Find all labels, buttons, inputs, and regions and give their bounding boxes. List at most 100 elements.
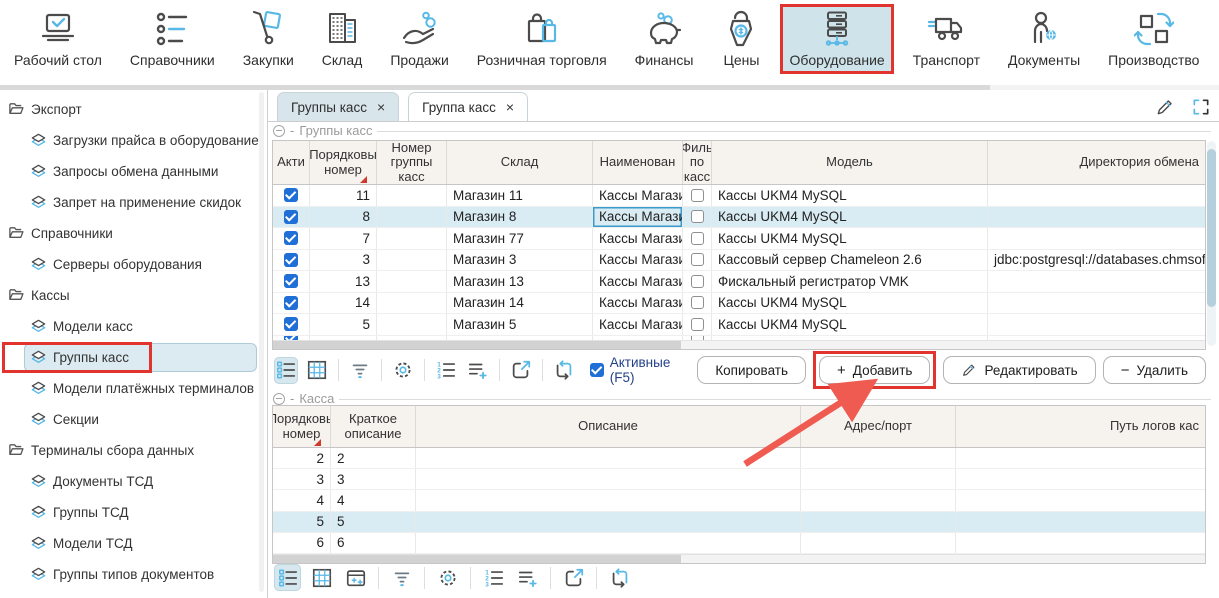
toolbar-refresh-button[interactable]: [606, 564, 633, 591]
checkbox-unchecked-icon[interactable]: [691, 296, 704, 309]
column-header-exchange-dir[interactable]: Директория обмена: [988, 141, 1205, 184]
table-row[interactable]: 3Магазин 3Кассы МагазиКассовый сервер Ch…: [273, 250, 1205, 272]
checkbox-unchecked-icon[interactable]: [691, 210, 704, 223]
toolbar-calendar-add-button[interactable]: [342, 564, 369, 591]
checkbox-checked-icon[interactable]: [284, 296, 298, 310]
table-row[interactable]: 33: [273, 469, 1205, 490]
cash-groups-table-vertical-scrollbar[interactable]: [1207, 141, 1216, 346]
column-header-short-description[interactable]: Краткое описание: [331, 406, 416, 447]
checkbox-unchecked-icon[interactable]: [691, 189, 704, 202]
nav-item-finance[interactable]: Финансы: [627, 5, 702, 73]
nav-item-prices[interactable]: Цены: [713, 5, 769, 73]
toolbar-numbered-list-button[interactable]: 123: [480, 564, 507, 591]
sidebar-item-sections[interactable]: Секции: [0, 404, 267, 435]
column-header-active[interactable]: Акти: [273, 141, 310, 184]
column-header-order[interactable]: Порядковы номер: [273, 406, 331, 447]
nav-item-transport[interactable]: Транспорт: [905, 5, 988, 73]
toolbar-filter-button[interactable]: [388, 564, 415, 591]
toolbar-list-view-button[interactable]: [274, 357, 298, 384]
sidebar-item-data-terminals[interactable]: Терминалы сбора данных: [0, 435, 267, 466]
checkbox-unchecked-icon[interactable]: [691, 253, 704, 266]
checkbox-checked-icon[interactable]: [284, 336, 298, 340]
table-row[interactable]: 22: [273, 448, 1205, 469]
sidebar-scrollbar[interactable]: [259, 92, 264, 592]
horizontal-scrollbar-thumb[interactable]: [273, 341, 681, 349]
nav-item-production[interactable]: Производство: [1100, 5, 1207, 73]
table-row[interactable]: 7Магазин 77Кассы МагазиКассы UKM4 MySQL: [273, 228, 1205, 250]
toolbar-filter-button[interactable]: [348, 357, 372, 384]
tab-close-icon[interactable]: ×: [377, 99, 385, 115]
sidebar-item-discount-ban[interactable]: Запрет на применение скидок: [0, 187, 267, 218]
column-header-name[interactable]: Наименован: [593, 141, 683, 184]
nav-item-sales[interactable]: Продажи: [382, 5, 456, 73]
checkbox-unchecked-icon[interactable]: [691, 318, 704, 331]
expand-button[interactable]: [1191, 97, 1211, 117]
table-row[interactable]: 44: [273, 490, 1205, 511]
toolbar-add-list-button[interactable]: [465, 357, 489, 384]
column-header-order[interactable]: Порядковы номер: [310, 141, 377, 184]
edit-button[interactable]: [1155, 97, 1175, 117]
column-header-address-port[interactable]: Адрес/порт: [801, 406, 956, 447]
cash-groups-table-horizontal-scrollbar[interactable]: [273, 340, 1205, 349]
column-header-model[interactable]: Модель: [712, 141, 988, 184]
vertical-scrollbar-thumb[interactable]: [1207, 149, 1216, 307]
toolbar-settings-gear-button[interactable]: [434, 564, 461, 591]
sidebar-item-exchange-requests[interactable]: Запросы обмена данными: [0, 156, 267, 187]
checkbox-unchecked-icon[interactable]: [691, 275, 704, 288]
table-row[interactable]: 11Магазин 11Кассы МагазиКассы UKM4 MySQL: [273, 185, 1205, 207]
add-button[interactable]: +Добавить: [819, 356, 930, 384]
horizontal-scrollbar-thumb[interactable]: [273, 555, 681, 563]
checkbox-unchecked-icon[interactable]: [691, 336, 704, 340]
toolbar-grid-view-button[interactable]: [308, 564, 335, 591]
toolbar-numbered-list-button[interactable]: 123: [434, 357, 458, 384]
copy-button[interactable]: Копировать: [697, 356, 806, 384]
sidebar-item-tsd-directory-types[interactable]: Виды справочников ТСД: [0, 590, 267, 598]
nav-item-documents[interactable]: Документы: [1000, 5, 1088, 73]
collapse-icon[interactable]: [273, 393, 285, 405]
nav-item-retail[interactable]: Розничная торговля: [469, 5, 615, 73]
checkbox-checked-icon[interactable]: [284, 317, 298, 331]
sidebar-item-equipment-servers[interactable]: Серверы оборудования: [0, 249, 267, 280]
table-row[interactable]: 14Магазин 14Кассы МагазиКассы UKM4 MySQL: [273, 293, 1205, 315]
sidebar-item-document-type-groups[interactable]: Группы типов документов: [0, 559, 267, 590]
toolbar-open-external-button[interactable]: [509, 357, 533, 384]
active-filter-checkbox[interactable]: Активные (F5): [590, 355, 688, 385]
column-header-filter-by[interactable]: Филь по касс: [683, 141, 712, 184]
edit-button[interactable]: Редактировать: [943, 356, 1095, 384]
sidebar-item-tsd-models[interactable]: Модели ТСД: [0, 528, 267, 559]
table-row[interactable]: 5Магазин 5Кассы МагазиКассы UKM4 MySQL: [273, 314, 1205, 336]
table-row[interactable]: [273, 336, 1205, 340]
toolbar-settings-gear-button[interactable]: [391, 357, 415, 384]
checkbox-checked-icon[interactable]: [284, 188, 298, 202]
nav-item-purchases[interactable]: Закупки: [235, 5, 302, 73]
table-row[interactable]: 8Магазин 8Кассы МагазиКассы UKM4 MySQL: [273, 207, 1205, 229]
sidebar-item-tsd-documents[interactable]: Документы ТСД: [0, 466, 267, 497]
table-row[interactable]: 55: [273, 512, 1205, 533]
tab-close-icon[interactable]: ×: [506, 99, 514, 115]
sidebar-item-tsd-groups[interactable]: Группы ТСД: [0, 497, 267, 528]
table-row[interactable]: 66: [273, 533, 1205, 554]
delete-button[interactable]: −Удалить: [1103, 356, 1206, 384]
toolbar-list-view-button[interactable]: [274, 564, 301, 591]
nav-item-warehouse[interactable]: Склад: [314, 5, 371, 73]
nav-item-desktop[interactable]: Рабочий стол: [6, 5, 110, 73]
column-header-warehouse[interactable]: Склад: [447, 141, 593, 184]
checkbox-checked-icon[interactable]: [284, 274, 298, 288]
table-row[interactable]: 13Магазин 13Кассы МагазиФискальный регис…: [273, 271, 1205, 293]
toolbar-refresh-button[interactable]: [552, 357, 576, 384]
checkbox-checked-icon[interactable]: [284, 231, 298, 245]
checkbox-checked-icon[interactable]: [284, 210, 298, 224]
sidebar-item-export[interactable]: Экспорт: [0, 94, 267, 125]
sidebar-item-cash-models[interactable]: Модели касс: [0, 311, 267, 342]
collapse-icon[interactable]: [273, 125, 285, 137]
column-header-description[interactable]: Описание: [416, 406, 801, 447]
sidebar-item-cash-groups[interactable]: Группы касс: [0, 342, 267, 373]
toolbar-grid-view-button[interactable]: [305, 357, 329, 384]
column-header-group-number[interactable]: Номер группы касс: [377, 141, 447, 184]
column-header-log-path[interactable]: Путь логов кас: [956, 406, 1205, 447]
sidebar-item-cash-registers[interactable]: Кассы: [0, 280, 267, 311]
checkbox-unchecked-icon[interactable]: [691, 232, 704, 245]
sidebar-item-price-upload[interactable]: Загрузки прайса в оборудование: [0, 125, 267, 156]
sidebar-item-payment-terminal-models[interactable]: Модели платёжных терминалов: [0, 373, 267, 404]
toolbar-add-list-button[interactable]: [514, 564, 541, 591]
